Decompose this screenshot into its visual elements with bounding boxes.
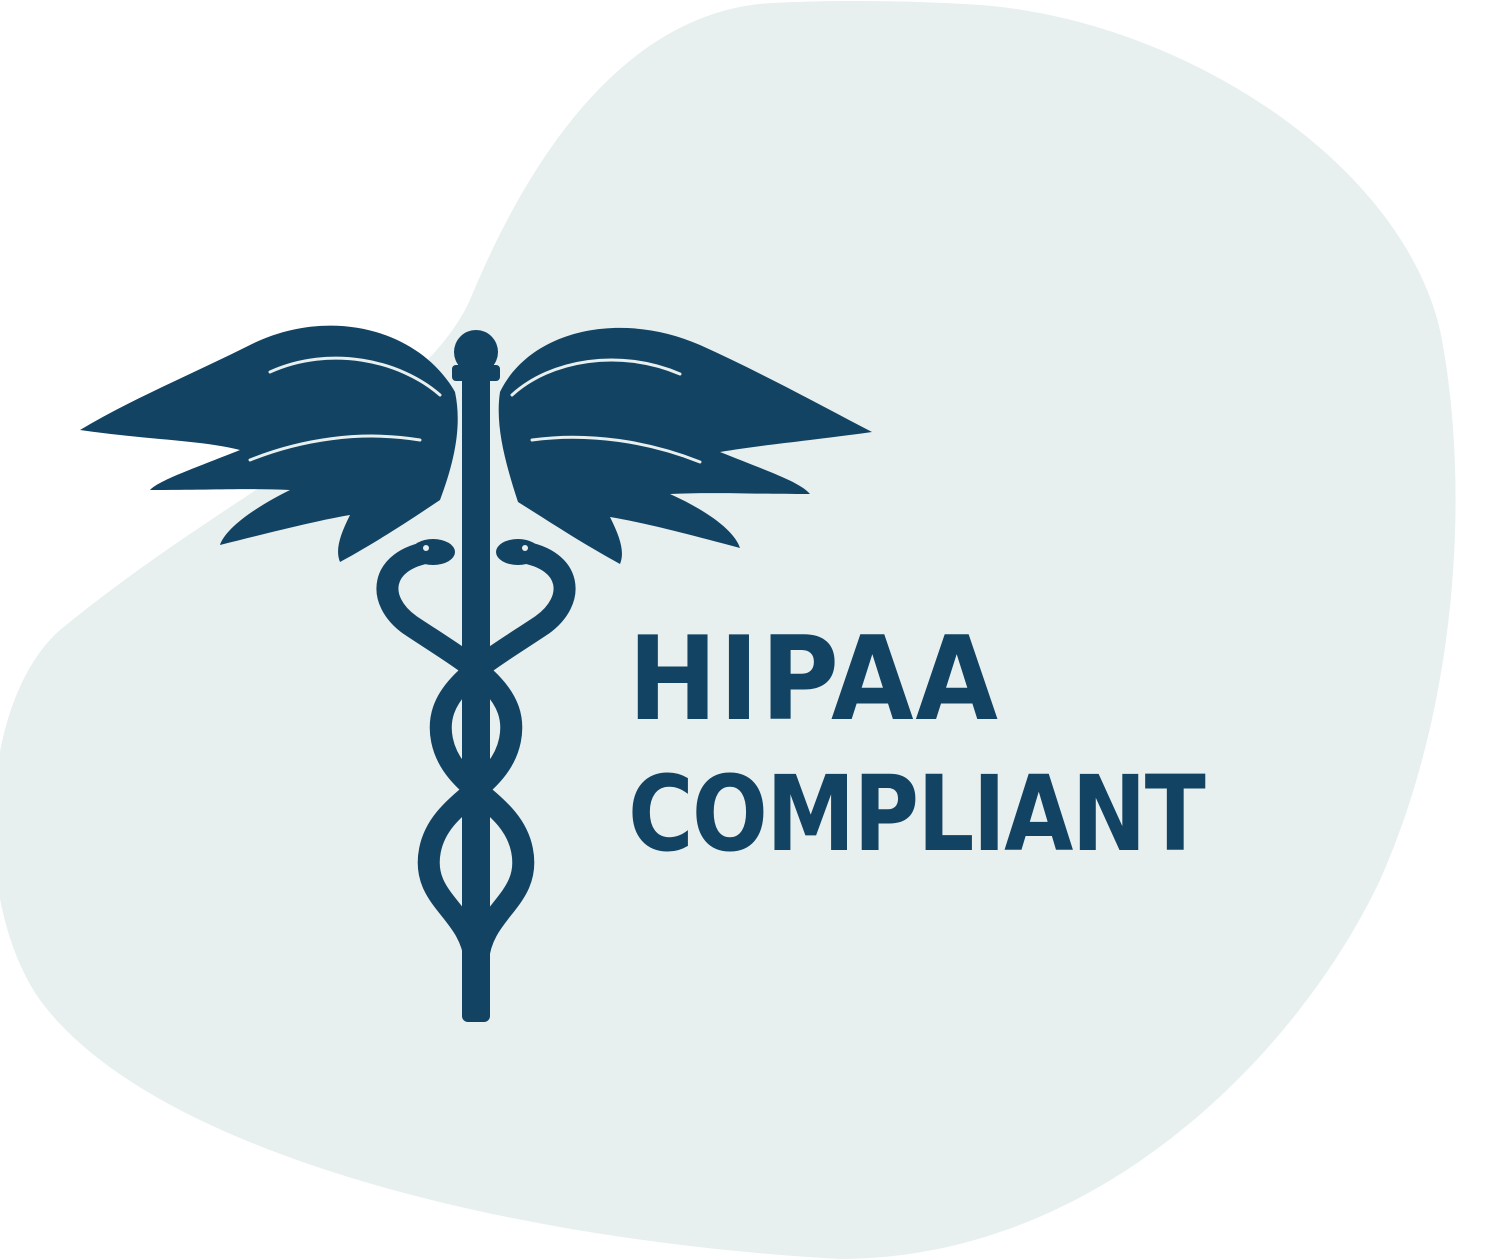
hipaa-badge-graphic: HIPAA COMPLIANT [0, 0, 1500, 1259]
badge-title: HIPAA [628, 612, 1000, 747]
badge-text: HIPAA COMPLIANT [628, 612, 1298, 875]
badge-subtitle: COMPLIANT [628, 753, 1206, 875]
